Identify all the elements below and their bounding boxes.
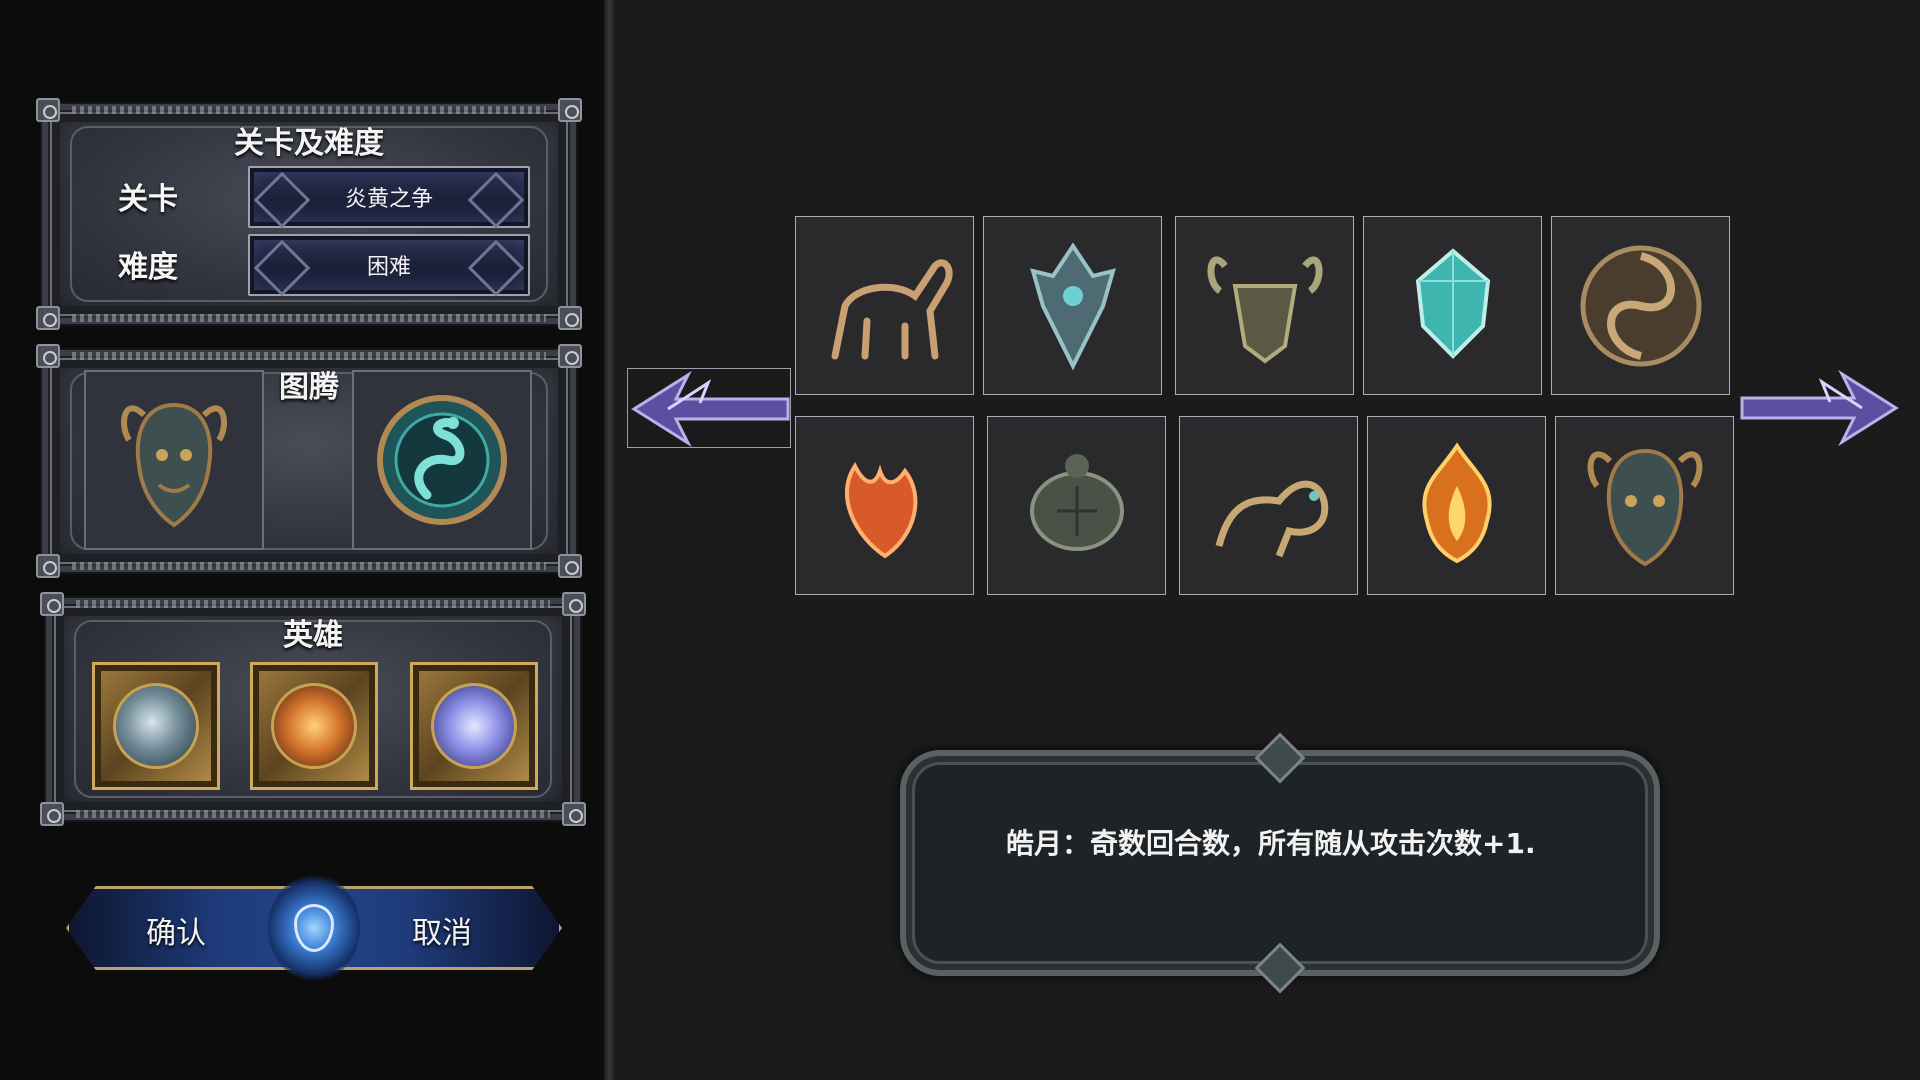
- corner-rivet-icon: [558, 554, 582, 578]
- hero-card-1[interactable]: [92, 662, 220, 790]
- difficulty-value: 困难: [366, 255, 411, 280]
- description-box: 皓月：奇数回合数，所有随从攻击次数+1.: [900, 732, 1660, 994]
- right-arrow-icon: [1740, 369, 1899, 447]
- panel-chain: [72, 106, 546, 114]
- fire-hero-portrait-icon: [271, 683, 357, 769]
- level-panel-title: 关卡及难度: [234, 126, 384, 161]
- turtle-icon: [1029, 453, 1124, 551]
- teal-dragon-emblem-icon: [377, 395, 507, 525]
- totem-grid-cell[interactable]: [983, 216, 1162, 395]
- hero-panel-title: 英雄: [283, 618, 343, 653]
- level-difficulty-panel: 关卡及难度 关卡 炎黄之争 难度 困难: [36, 98, 582, 330]
- difficulty-label: 难度: [118, 250, 178, 285]
- flame-emblem-icon: [1421, 441, 1492, 563]
- panel-chain: [76, 600, 550, 608]
- totem-grid-cell[interactable]: [1367, 416, 1546, 595]
- column-divider: [604, 0, 615, 1080]
- totem-grid-cell[interactable]: [795, 216, 974, 395]
- panel-chain: [76, 810, 550, 818]
- game-screen: 关卡及难度 关卡 炎黄之争 难度 困难 图腾 英雄 确认 取消 皓月：奇数回合数…: [0, 0, 1920, 1080]
- hero-card-3[interactable]: [410, 662, 538, 790]
- panel-chain: [72, 562, 546, 570]
- spiral-swirl-icon: [1580, 245, 1701, 366]
- panel-chain: [72, 352, 546, 360]
- totem-slot-2[interactable]: [352, 370, 532, 550]
- cancel-button[interactable]: 取消: [412, 908, 472, 952]
- shield-sigil-icon: [294, 904, 334, 952]
- corner-rivet-icon: [36, 554, 60, 578]
- phoenix-icon: [844, 461, 917, 558]
- left-arrow-icon: [631, 370, 790, 448]
- totem-grid-cell[interactable]: [1175, 216, 1354, 395]
- confirm-button[interactable]: 确认: [146, 908, 206, 952]
- hero-card-2[interactable]: [250, 662, 378, 790]
- hero-panel: 英雄: [40, 592, 586, 826]
- corner-rivet-icon: [40, 802, 64, 826]
- corner-rivet-icon: [36, 306, 60, 330]
- description-text: 皓月：奇数回合数，所有随从攻击次数+1.: [1006, 827, 1536, 860]
- totem-grid-cell[interactable]: [1363, 216, 1542, 395]
- panel-chain: [72, 314, 546, 322]
- prev-page-button[interactable]: [627, 368, 791, 448]
- totem-grid-cell[interactable]: [795, 416, 974, 595]
- qilin-icon: [1215, 480, 1328, 557]
- corner-rivet-icon: [558, 306, 582, 330]
- horned-demon-emblem-icon: [121, 402, 227, 528]
- totem-grid-cell[interactable]: [1179, 416, 1358, 595]
- totem-grid-cell[interactable]: [987, 416, 1166, 595]
- setup-column: 关卡及难度 关卡 炎黄之争 难度 困难 图腾 英雄 确认 取消: [0, 0, 604, 1080]
- level-label: 关卡: [118, 182, 178, 217]
- totem-grid-cell[interactable]: [1555, 416, 1734, 595]
- action-bar: 确认 取消: [46, 864, 582, 992]
- totem-panel: 图腾: [36, 344, 582, 578]
- moon-hero-portrait-icon: [431, 683, 517, 769]
- masked-serpent-icon: [1029, 241, 1116, 370]
- teal-crystal-icon: [1415, 247, 1490, 359]
- storm-hero-portrait-icon: [113, 683, 199, 769]
- center-orb-icon: [268, 874, 360, 982]
- difficulty-select[interactable]: 困难: [248, 234, 530, 296]
- horned-demon-emblem-icon: [1587, 448, 1702, 566]
- corner-rivet-icon: [562, 802, 586, 826]
- level-select[interactable]: 炎黄之争: [248, 166, 530, 228]
- next-page-button[interactable]: [1738, 368, 1902, 448]
- level-value: 炎黄之争: [344, 187, 433, 212]
- totem-grid-cell[interactable]: [1551, 216, 1730, 395]
- totem-slot-1[interactable]: [84, 370, 264, 550]
- horned-beast-face-icon: [1206, 255, 1323, 363]
- bronze-goat-icon: [831, 258, 953, 359]
